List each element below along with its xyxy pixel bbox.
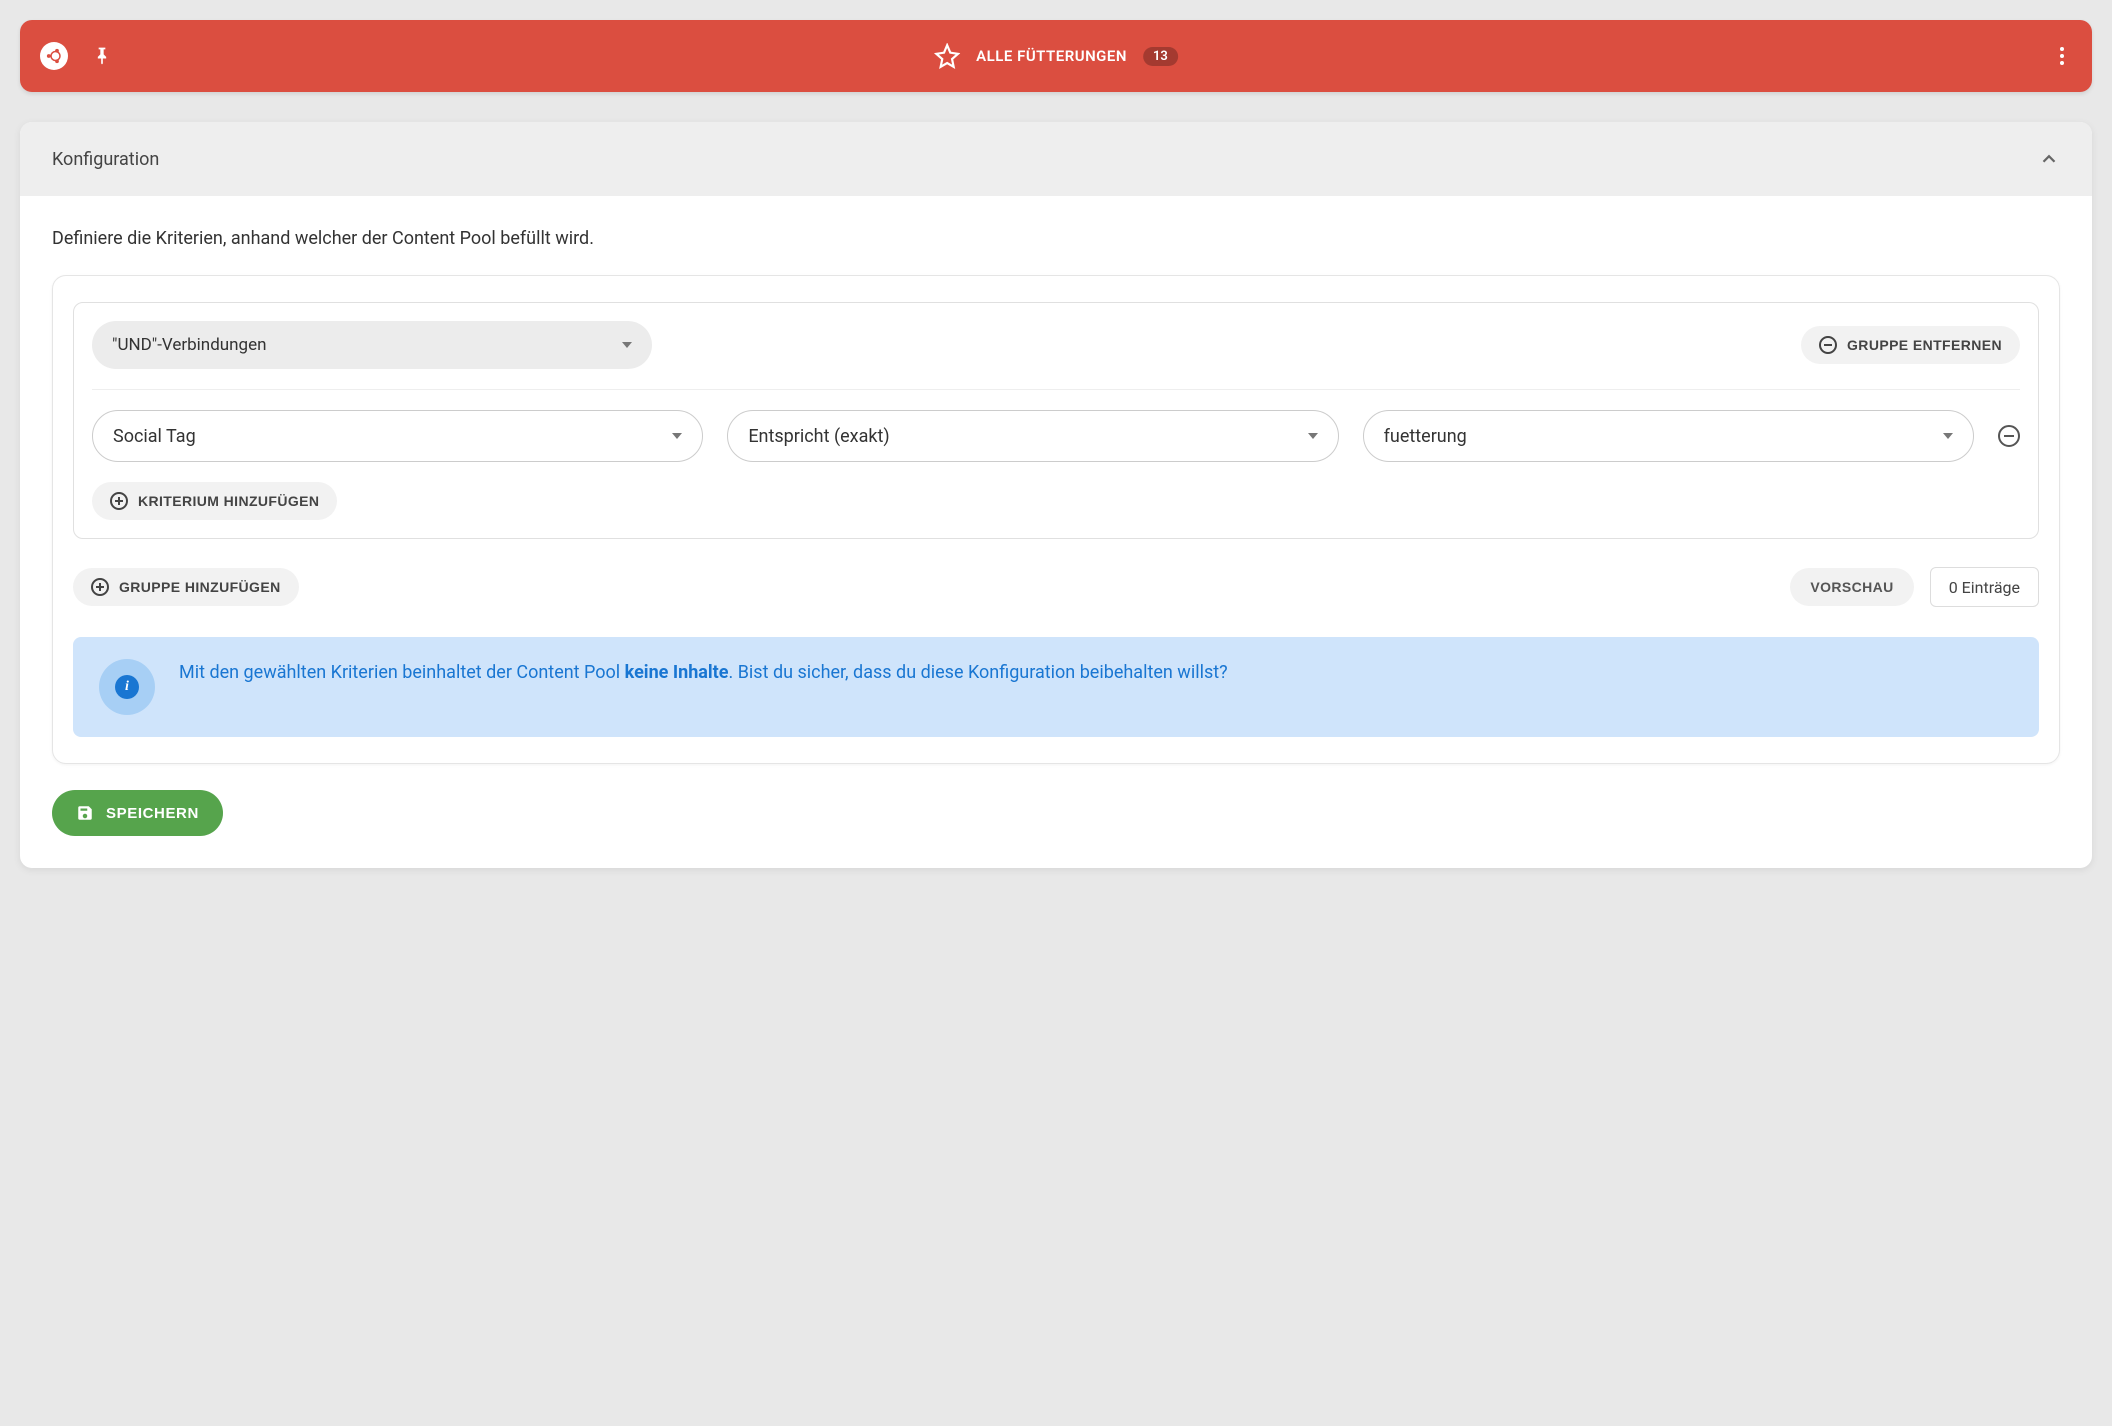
app-header: ALLE FÜTTERUNGEN 13 [20,20,2092,92]
plus-circle-icon [110,492,128,510]
header-left [40,42,112,70]
info-icon: i [115,675,139,699]
value-select[interactable]: fuetterung [1363,410,1974,462]
alert-post: . Bist du sicher, dass du diese Konfigur… [729,662,1228,683]
config-card: Konfiguration Definiere die Kriterien, a… [20,122,2092,868]
criteria-row: Social Tag Entspricht (exakt) fuetterung [92,410,2020,462]
more-vertical-icon [2052,39,2072,73]
connector-value: "UND"-Verbindungen [112,335,267,355]
plus-circle-icon [91,578,109,596]
add-group-label: GRUPPE HINZUFÜGEN [119,579,281,595]
remove-criterion-button[interactable] [1998,425,2020,447]
count-badge: 13 [1143,47,1178,66]
header-center: ALLE FÜTTERUNGEN 13 [934,43,1178,69]
config-card-body: Definiere die Kriterien, anhand welcher … [20,196,2092,868]
config-card-header[interactable]: Konfiguration [20,122,2092,196]
preview-button[interactable]: VORSCHAU [1790,568,1913,606]
add-criterion-label: KRITERIUM HINZUFÜGEN [138,493,319,509]
instruction-text: Definiere die Kriterien, anhand welcher … [52,228,2060,249]
info-alert: i Mit den gewählten Kriterien beinhaltet… [73,637,2039,737]
remove-group-label: GRUPPE ENTFERNEN [1847,337,2002,353]
alert-message: Mit den gewählten Kriterien beinhaltet d… [179,659,1228,687]
chevron-down-icon [1308,433,1318,439]
chevron-up-icon [2038,148,2060,170]
entries-text: 0 Einträge [1949,578,2020,597]
chevron-down-icon [1943,433,1953,439]
divider [92,389,2020,390]
minus-icon [2004,435,2014,437]
page-title: ALLE FÜTTERUNGEN [976,47,1127,65]
value-text: fuetterung [1384,426,1467,447]
add-criteria-row: KRITERIUM HINZUFÜGEN [92,482,2020,520]
star-icon[interactable] [934,43,960,69]
save-button[interactable]: SPEICHERN [52,790,223,836]
entries-count: 0 Einträge [1930,567,2039,607]
more-menu-button[interactable] [2052,39,2072,73]
add-criterion-button[interactable]: KRITERIUM HINZUFÜGEN [92,482,337,520]
alert-pre: Mit den gewählten Kriterien beinhaltet d… [179,662,625,683]
operator-select[interactable]: Entspricht (exakt) [727,410,1338,462]
criteria-group: "UND"-Verbindungen GRUPPE ENTFERNEN Soci… [73,302,2039,539]
section-title: Konfiguration [52,149,159,170]
field-value: Social Tag [113,426,196,447]
alert-bold: keine Inhalte [625,662,729,683]
field-select[interactable]: Social Tag [92,410,703,462]
minus-circle-icon [1819,336,1837,354]
preview-label: VORSCHAU [1810,579,1893,595]
add-group-button[interactable]: GRUPPE HINZUFÜGEN [73,568,299,606]
save-label: SPEICHERN [106,805,199,822]
remove-group-button[interactable]: GRUPPE ENTFERNEN [1801,326,2020,364]
group-top-row: "UND"-Verbindungen GRUPPE ENTFERNEN [92,321,2020,369]
info-icon-wrap: i [99,659,155,715]
connector-select[interactable]: "UND"-Verbindungen [92,321,652,369]
criteria-panel: "UND"-Verbindungen GRUPPE ENTFERNEN Soci… [52,275,2060,764]
group-actions-row: GRUPPE HINZUFÜGEN VORSCHAU 0 Einträge [73,567,2039,607]
save-icon [76,804,94,822]
chevron-down-icon [672,433,682,439]
logo-icon[interactable] [40,42,68,70]
operator-value: Entspricht (exakt) [748,426,889,447]
pin-icon[interactable] [92,44,112,68]
chevron-down-icon [622,342,632,348]
